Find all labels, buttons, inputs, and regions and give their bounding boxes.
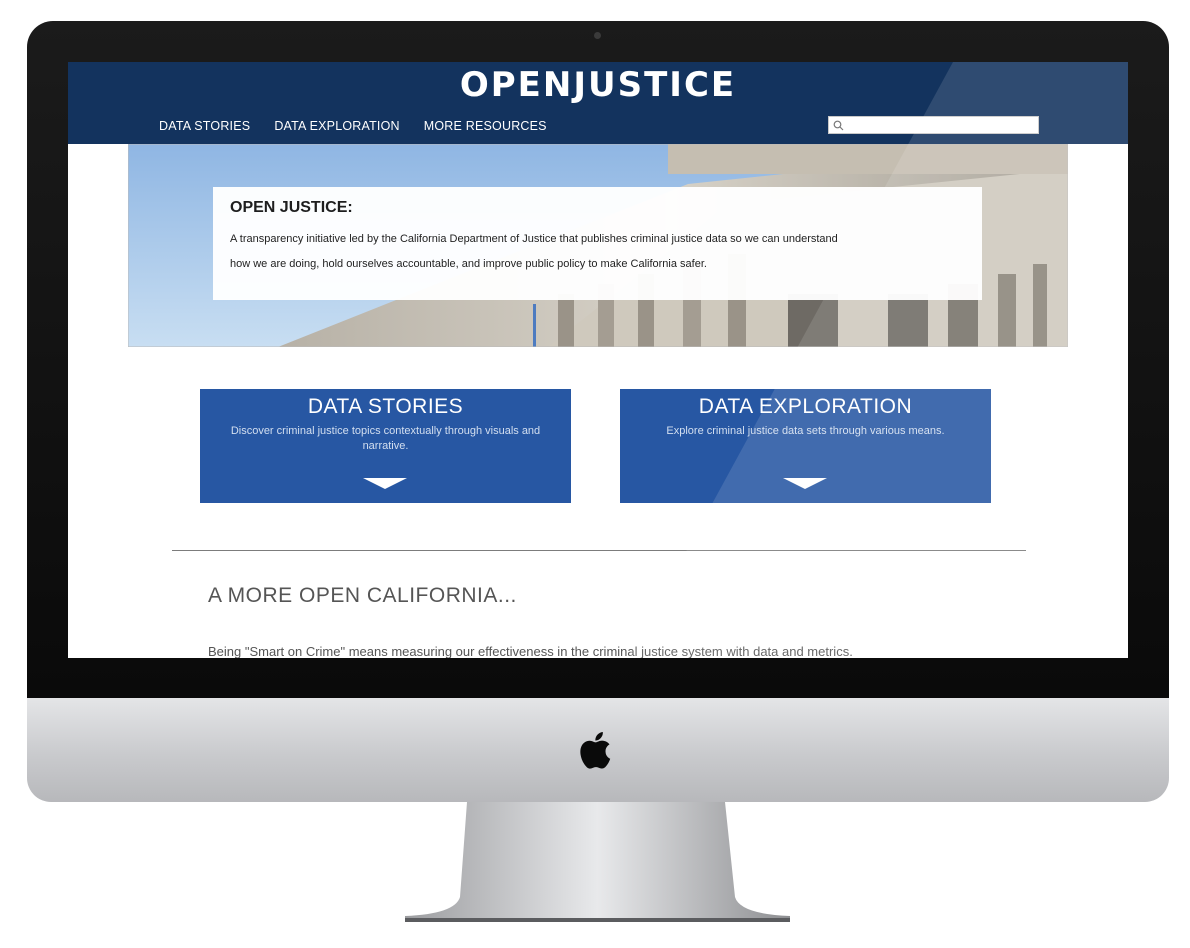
search-box[interactable] (828, 116, 1039, 134)
camera-icon (594, 32, 601, 39)
nav-data-exploration[interactable]: DATA EXPLORATION (274, 119, 399, 133)
nav-more-resources[interactable]: MORE RESOURCES (424, 119, 547, 133)
data-exploration-card[interactable]: DATA EXPLORATION Explore criminal justic… (620, 389, 991, 503)
nav-data-stories[interactable]: DATA STORIES (159, 119, 250, 133)
main-nav: DATA STORIES DATA EXPLORATION MORE RESOU… (159, 119, 547, 133)
chevron-down-icon[interactable] (363, 478, 407, 489)
imac-stand (405, 802, 790, 922)
hero-description: A transparency initiative led by the Cal… (230, 227, 964, 277)
site-header: OPENJUSTICE DATA STORIES DATA EXPLORATIO… (68, 62, 1128, 144)
hero-intro-card: OPEN JUSTICE: A transparency initiative … (213, 187, 982, 300)
card-title-data-stories: DATA STORIES (307, 395, 464, 418)
search-icon (833, 120, 844, 130)
card-description-data-stories: Discover criminal justice topics context… (230, 425, 541, 452)
hero-description-line-1: A transparency initiative led by the Cal… (230, 233, 838, 245)
chevron-down-icon[interactable] (783, 478, 827, 489)
card-description-data-exploration: Explore criminal justice data sets throu… (666, 425, 945, 437)
hero-banner: OPEN JUSTICE: A transparency initiative … (128, 144, 1068, 347)
section-paragraph: Being "Smart on Crime" means measuring o… (208, 644, 853, 658)
search-input[interactable] (844, 118, 1038, 132)
hero-description-line-2: how we are doing, hold ourselves account… (230, 258, 707, 270)
section-divider (172, 550, 1026, 551)
browser-viewport: OPENJUSTICE DATA STORIES DATA EXPLORATIO… (68, 62, 1128, 658)
data-stories-card[interactable]: DATA STORIES Discover criminal justice t… (200, 389, 571, 503)
hero-title: OPEN JUSTICE: (230, 199, 353, 216)
apple-logo-icon (580, 732, 611, 769)
card-title-data-exploration: DATA EXPLORATION (698, 395, 913, 418)
site-logo[interactable]: OPENJUSTICE (68, 65, 1128, 105)
section-heading: A MORE OPEN CALIFORNIA... (208, 584, 517, 607)
